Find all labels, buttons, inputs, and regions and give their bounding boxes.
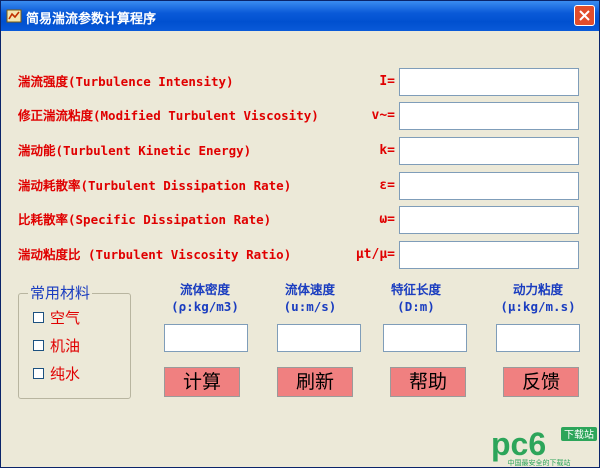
app-icon xyxy=(6,9,22,23)
material-oil-option[interactable]: 机油 xyxy=(33,335,80,355)
length-input[interactable] xyxy=(383,324,467,352)
kinetic-energy-field[interactable] xyxy=(399,137,579,165)
length-heading: 特征长度 (D:m) xyxy=(371,281,461,315)
material-air-option[interactable]: 空气 xyxy=(33,307,80,327)
length-name: 特征长度 xyxy=(390,282,441,297)
materials-title: 常用材料 xyxy=(28,282,93,303)
kinetic-energy-label: 湍动能(Turbulent Kinetic Energy) xyxy=(18,143,252,158)
viscosity-heading: 动力粘度 (μ:kg/m.s) xyxy=(483,281,593,315)
length-unit: (D:m) xyxy=(397,299,435,314)
main-window: 简易湍流参数计算程序 湍流强度(Turbulence Intensity) I=… xyxy=(0,0,600,468)
window-title: 简易湍流参数计算程序 xyxy=(26,12,157,27)
title-bar[interactable]: 简易湍流参数计算程序 xyxy=(1,1,599,31)
turbulence-intensity-symbol: I= xyxy=(379,74,395,89)
close-icon xyxy=(579,10,590,21)
dissipation-rate-label: 湍动耗散率(Turbulent Dissipation Rate) xyxy=(18,178,292,193)
refresh-button[interactable]: 刷新 xyxy=(277,367,353,397)
watermark-logo: pc6 下载站 中国最安全的下载站 xyxy=(491,426,597,467)
specific-dissipation-symbol: ω= xyxy=(379,212,395,227)
specific-dissipation-field[interactable] xyxy=(399,206,579,234)
watermark-tag: 下载站 xyxy=(564,428,594,441)
viscosity-name: 动力粘度 xyxy=(512,282,563,297)
density-unit: (ρ:kg/m3) xyxy=(171,299,239,314)
dissipation-rate-symbol: ε= xyxy=(379,178,395,193)
viscosity-ratio-symbol: μt/μ= xyxy=(355,247,395,262)
modified-viscosity-symbol: v~= xyxy=(371,108,395,123)
modified-viscosity-field[interactable] xyxy=(399,102,579,130)
close-button[interactable] xyxy=(574,5,595,26)
velocity-heading: 流体速度 (u:m/s) xyxy=(263,281,357,315)
specific-dissipation-label: 比耗散率(Specific Dissipation Rate) xyxy=(18,212,272,227)
modified-viscosity-label: 修正湍流粘度(Modified Turbulent Viscosity) xyxy=(18,108,319,123)
viscosity-ratio-field[interactable] xyxy=(399,241,579,269)
water-checkbox[interactable] xyxy=(33,367,44,379)
water-label: 纯水 xyxy=(50,364,81,383)
turbulence-intensity-label: 湍流强度(Turbulence Intensity) xyxy=(18,74,234,89)
feedback-button[interactable]: 反馈 xyxy=(503,367,579,397)
turbulence-intensity-field[interactable] xyxy=(399,68,579,96)
material-water-option[interactable]: 纯水 xyxy=(33,363,80,383)
watermark-brand: pc6 xyxy=(491,426,546,462)
air-checkbox[interactable] xyxy=(33,311,44,323)
viscosity-ratio-label: 湍动粘度比 (Turbulent Viscosity Ratio) xyxy=(18,247,292,262)
viscosity-unit: (μ:kg/m.s) xyxy=(500,299,576,314)
viscosity-input[interactable] xyxy=(496,324,580,352)
air-label: 空气 xyxy=(50,308,81,327)
velocity-unit: (u:m/s) xyxy=(283,299,337,314)
oil-label: 机油 xyxy=(50,336,81,355)
velocity-name: 流体速度 xyxy=(284,282,335,297)
calculate-button[interactable]: 计算 xyxy=(164,367,240,397)
dissipation-rate-field[interactable] xyxy=(399,172,579,200)
help-button[interactable]: 帮助 xyxy=(390,367,466,397)
velocity-input[interactable] xyxy=(277,324,361,352)
oil-checkbox[interactable] xyxy=(33,339,44,351)
density-name: 流体密度 xyxy=(179,282,230,297)
watermark-slogan: 中国最安全的下载站 xyxy=(508,458,571,467)
kinetic-energy-symbol: k= xyxy=(379,143,395,158)
density-heading: 流体密度 (ρ:kg/m3) xyxy=(153,281,257,315)
density-input[interactable] xyxy=(164,324,248,352)
